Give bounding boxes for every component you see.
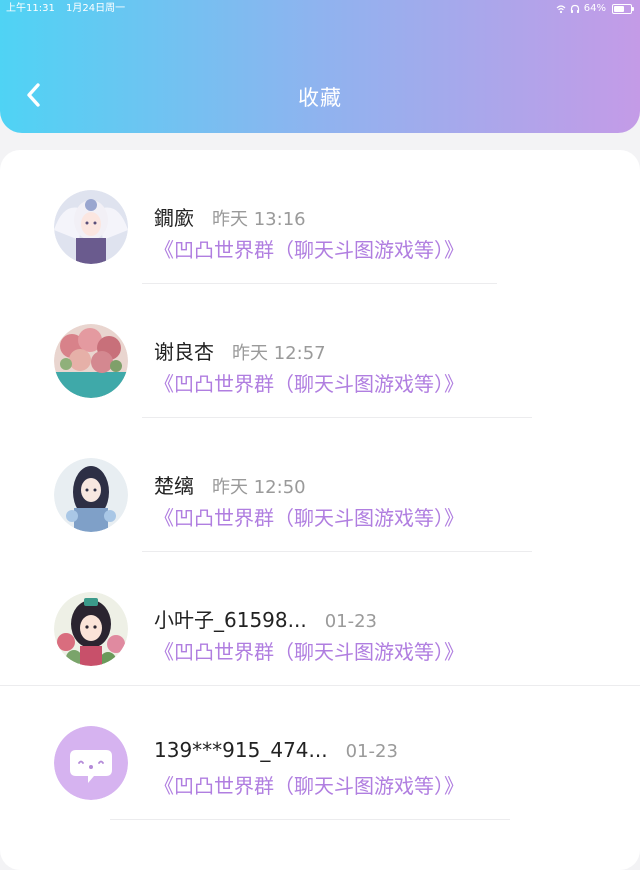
divider [110, 819, 510, 820]
user-name: 鐗廞 [154, 206, 194, 230]
user-name: 楚缡 [154, 474, 194, 498]
user-name: 139***915_474... [154, 738, 328, 762]
list-item[interactable]: 谢良杏 昨天 12:57 《凹凸世界群（聊天斗图游戏等）》 [0, 284, 640, 418]
user-name: 小叶子_61598... [154, 608, 307, 632]
timestamp: 昨天 12:50 [212, 477, 306, 498]
headphone-icon [570, 4, 579, 13]
group-name[interactable]: 《凹凸世界群（聊天斗图游戏等）》 [154, 770, 464, 799]
group-name[interactable]: 《凹凸世界群（聊天斗图游戏等）》 [154, 368, 464, 397]
item-header: 小叶子_61598... 01-23 [154, 604, 377, 633]
item-header: 139***915_474... 01-23 [154, 738, 398, 762]
timestamp: 01-23 [345, 741, 398, 762]
anime-girl-dark-hair-avatar [54, 458, 128, 532]
status-date: 1月24日周一 [66, 3, 126, 14]
timestamp: 昨天 12:57 [232, 343, 326, 364]
battery-percent: 64% [583, 3, 606, 14]
group-name[interactable]: 《凹凸世界群（聊天斗图游戏等）》 [154, 502, 464, 531]
page-title: 收藏 [298, 86, 342, 110]
status-left: 上午11:31 1月24日周一 [6, 0, 133, 18]
timestamp: 昨天 13:16 [212, 209, 306, 230]
anime-girl-white-hair-avatar [54, 190, 128, 264]
user-name: 谢良杏 [154, 340, 214, 364]
list-item[interactable]: 小叶子_61598... 01-23 《凹凸世界群（聊天斗图游戏等）》 [0, 552, 640, 686]
favorites-list: 鐗廞 昨天 13:16 《凹凸世界群（聊天斗图游戏等）》 谢良杏 昨天 12:5… [0, 150, 640, 870]
list-item[interactable]: 楚缡 昨天 12:50 《凹凸世界群（聊天斗图游戏等）》 [0, 418, 640, 552]
header-bar: 上午11:31 1月24日周一 64% 收藏 [0, 0, 640, 133]
item-header: 谢良杏 昨天 12:57 [154, 336, 326, 365]
item-header: 鐗廞 昨天 13:16 [154, 202, 306, 231]
list-item[interactable]: 139***915_474... 01-23 《凹凸世界群（聊天斗图游戏等）》 [0, 686, 640, 820]
group-name[interactable]: 《凹凸世界群（聊天斗图游戏等）》 [154, 234, 464, 263]
anime-girl-flowers-avatar [54, 592, 128, 666]
timestamp: 01-23 [324, 611, 378, 632]
status-bar: 上午11:31 1月24日周一 64% [0, 0, 640, 18]
item-header: 楚缡 昨天 12:50 [154, 470, 306, 499]
list-item[interactable]: 鐗廞 昨天 13:16 《凹凸世界群（聊天斗图游戏等）》 [0, 150, 640, 284]
status-time: 上午11:31 [6, 3, 55, 14]
status-right: 64% [556, 0, 634, 18]
wifi-icon [556, 5, 566, 14]
default-chat-bubble-avatar [54, 726, 128, 800]
battery-fill [614, 6, 624, 12]
group-name[interactable]: 《凹凸世界群（聊天斗图游戏等）》 [154, 636, 464, 665]
battery-icon [612, 4, 634, 14]
flower-bouquet-avatar [54, 324, 128, 398]
